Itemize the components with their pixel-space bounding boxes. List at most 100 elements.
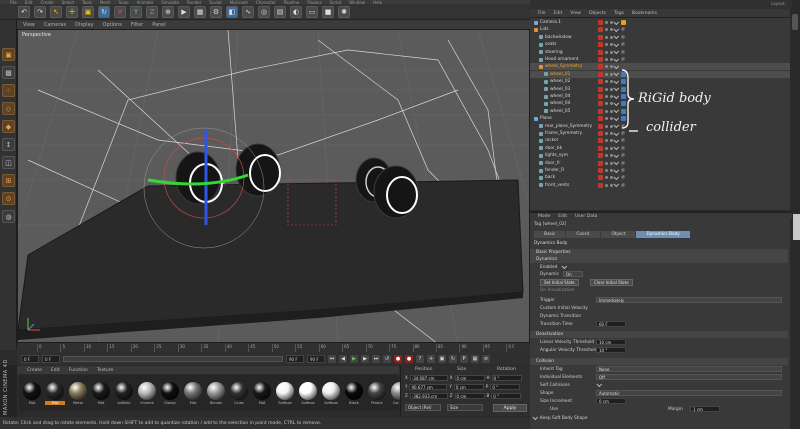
material-tag-icon[interactable] [621,175,626,181]
coord-system-icon[interactable]: ⊕ [162,5,174,18]
key-pos-icon[interactable]: ✛ [427,355,435,363]
transition-time-field[interactable]: 60 F [596,321,626,327]
visibility-dot-icon[interactable] [605,124,608,128]
enabled-check-icon[interactable] [613,63,620,70]
om-menu-item-3[interactable]: Objects [589,11,606,16]
object-row[interactable]: rocker [530,137,792,144]
rotation-field[interactable]: 0 ° [491,375,522,381]
rotate-icon[interactable]: ↻ [98,5,110,18]
viewport-menu-item-1[interactable]: Cameras [44,22,66,28]
material-tag-icon[interactable] [621,153,626,159]
material-swatch[interactable]: Softbox [298,381,318,405]
visibility-dot-icon[interactable] [605,80,608,84]
object-row[interactable]: steering [530,48,792,56]
enabled-check-icon[interactable] [613,152,620,158]
visibility-dot-icon[interactable] [605,28,608,32]
enabled-check-icon[interactable] [613,100,620,107]
z-axis-icon[interactable]: Z [146,5,158,18]
material-swatch[interactable]: softshe [114,381,134,405]
visibility-dot-icon[interactable] [605,58,608,61]
play-icon[interactable]: ▶ [350,355,358,363]
enabled-check-icon[interactable] [613,26,620,33]
object-row[interactable]: wheel_02 [530,78,792,85]
layer-icon[interactable] [598,168,603,173]
live-selection-icon[interactable]: ↖ [50,5,62,18]
viewport-menu-item-5[interactable]: Panel [152,22,166,28]
enabled-check-icon[interactable] [613,115,620,121]
material-menu-item-0[interactable]: Create [27,368,42,373]
visibility-dot-icon[interactable] [605,161,608,165]
visibility-dot-icon[interactable] [605,132,608,135]
material-menu-item-1[interactable]: Edit [51,368,60,373]
material-tag-icon[interactable] [621,42,626,48]
viewport-menu-item-4[interactable]: Filter [131,22,143,28]
redo-icon[interactable]: ↷ [34,5,46,18]
material-swatch[interactable]: Metal [68,381,88,405]
material-tag-icon[interactable] [621,34,626,40]
layer-icon[interactable] [598,145,603,151]
material-swatch[interactable]: Mat [45,381,65,405]
layer-icon[interactable] [598,34,603,40]
layer-icon[interactable] [598,57,603,62]
layer-icon[interactable] [598,116,603,122]
material-tag-icon[interactable] [621,57,626,62]
visibility-dot-icon[interactable] [605,102,608,106]
coord-mode-dropdown[interactable]: Object (Rel) [405,404,441,411]
key-pla-icon[interactable]: ▦ [471,355,479,363]
size-field[interactable]: 0 cm [454,375,485,381]
layer-icon[interactable] [598,20,603,25]
layer-icon[interactable] [598,94,603,99]
enabled-check-icon[interactable] [613,137,620,144]
am-menu-item-0[interactable]: Mode [538,214,550,219]
material-swatch[interactable]: Mat [252,381,272,405]
key-scale-icon[interactable]: ▣ [438,355,446,363]
material-swatch[interactable]: Glossy [160,381,180,405]
object-row[interactable]: lights_sym [530,152,792,159]
visibility-dot-icon[interactable] [605,117,608,121]
angular-threshold-field[interactable]: 10 ° [596,347,626,353]
layer-icon[interactable] [598,182,603,188]
material-swatch[interactable]: Softbox [275,381,295,405]
viewport-perspective[interactable]: Perspective [17,29,530,343]
layer-icon[interactable] [598,27,603,33]
loop-icon[interactable]: ↺ [383,355,391,363]
material-swatch[interactable]: Softbox [321,381,341,405]
max-frame-field[interactable]: 90 F [307,355,325,363]
layer-icon[interactable] [598,49,603,55]
deformer-icon[interactable]: ◐ [290,5,302,18]
material-tag-icon[interactable] [621,138,626,144]
key-param-icon[interactable]: P [460,355,468,363]
tweak-mode-icon[interactable]: ◫ [2,156,15,169]
om-menu-item-1[interactable]: Edit [554,11,563,16]
viewport-menu-item-0[interactable]: View [23,22,35,28]
shape-dropdown[interactable]: Automatic [596,390,782,396]
size-field[interactable]: 0 cm [454,393,485,399]
enabled-check-icon[interactable] [613,181,620,188]
om-menu-item-2[interactable]: View [570,11,581,16]
material-swatch[interactable]: Black [344,381,364,405]
layout-side-tab[interactable] [793,214,800,240]
edges-mode-icon[interactable]: ◇ [2,102,15,115]
visibility-dot-icon[interactable] [605,139,608,143]
material-tag-icon[interactable] [621,145,626,151]
om-menu-item-4[interactable]: Tags [614,11,624,16]
om-menu-item-0[interactable]: File [538,11,546,16]
object-row[interactable]: door_fr [530,159,792,167]
enabled-check-icon[interactable] [613,18,620,25]
visibility-dot-icon[interactable] [605,169,608,172]
scrollbar-thumb[interactable] [792,14,798,30]
key-rot-icon[interactable]: ↻ [449,355,457,363]
visibility-dot-icon[interactable] [605,183,608,187]
enabled-check-icon[interactable] [613,122,620,129]
keyframe-icon[interactable]: ? [416,355,424,363]
visibility-dot-icon[interactable] [605,50,608,54]
object-row[interactable]: wheel_Symmetry [530,63,792,71]
visibility-dot-icon[interactable] [605,176,608,180]
record-icon[interactable]: ● [394,355,402,363]
lock-icon[interactable]: ◍ [2,210,15,223]
material-swatch[interactable]: Plastic [367,381,387,405]
current-frame-field[interactable]: 0 F [42,355,60,363]
visibility-dot-icon[interactable] [605,43,608,47]
points-mode-icon[interactable]: ⁘ [2,84,15,97]
go-to-end-icon[interactable]: ⏭ [372,355,380,363]
